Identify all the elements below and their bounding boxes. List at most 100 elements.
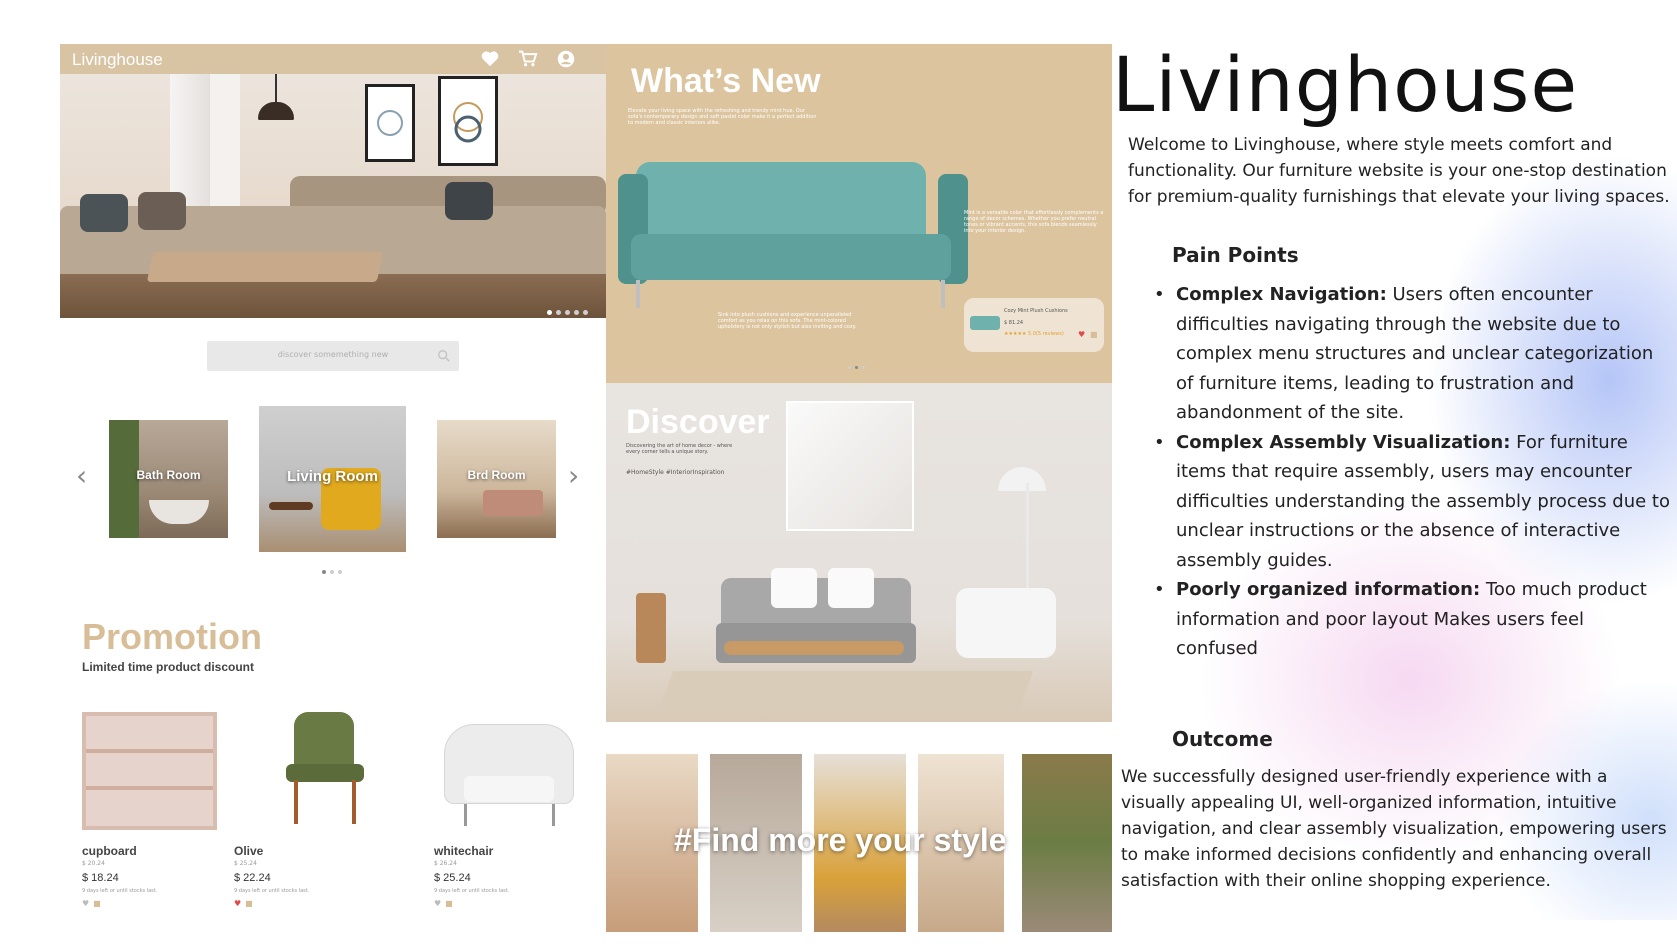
whats-new-intro: Elevate your living space with the refre… bbox=[628, 108, 817, 126]
hero-banner[interactable] bbox=[60, 74, 606, 318]
category-carousel-dots[interactable] bbox=[322, 570, 342, 574]
pain-points-heading: Pain Points bbox=[1172, 243, 1299, 267]
sofa-seat bbox=[631, 234, 951, 280]
product-card[interactable]: cupboard $ 20.24 $ 18.24 9 days left or … bbox=[82, 694, 242, 924]
coffee-table bbox=[146, 252, 384, 282]
product-price: $ 18.24 bbox=[82, 872, 119, 884]
wall-art bbox=[365, 84, 415, 162]
carousel-dot[interactable] bbox=[583, 310, 588, 315]
account-icon[interactable] bbox=[556, 49, 576, 69]
pillow bbox=[138, 192, 186, 230]
case-study-intro: Welcome to Livinghouse, where style meet… bbox=[1128, 135, 1670, 207]
product-stock-note: 9 days left or until stocks last. bbox=[82, 888, 158, 894]
pillow bbox=[80, 194, 128, 232]
search-input[interactable]: discover somemething new bbox=[207, 341, 459, 371]
white-armchair bbox=[956, 588, 1056, 658]
cart-icon[interactable]: ■ bbox=[445, 899, 453, 908]
product-price: $ 25.24 bbox=[434, 872, 471, 884]
cart-icon[interactable]: ■ bbox=[245, 899, 253, 908]
product-old-price: $ 26.24 bbox=[434, 860, 457, 867]
pillow bbox=[445, 182, 493, 220]
featured-product-rating: ★★★★★ 5.0(5 reviews) bbox=[1004, 331, 1064, 337]
coffee-table bbox=[724, 641, 904, 655]
whats-new-side-text: Mint is a versatile color that effortles… bbox=[964, 210, 1104, 234]
category-label: Bath Room bbox=[136, 468, 201, 482]
carousel-dot[interactable] bbox=[322, 570, 326, 574]
carousel-dot[interactable] bbox=[855, 366, 858, 369]
category-label: Brd Room bbox=[467, 468, 526, 482]
heart-icon[interactable]: ♥ bbox=[1078, 330, 1085, 339]
heart-icon[interactable]: ♥ bbox=[434, 899, 441, 908]
discover-screen: Discover Discovering the art of home dec… bbox=[606, 383, 1112, 722]
heart-icon[interactable]: ♥ bbox=[82, 899, 89, 908]
sofa-leg bbox=[636, 280, 640, 308]
cart-icon[interactable] bbox=[518, 49, 538, 69]
whats-new-bottom-text: Sink into plush cushions and experience … bbox=[718, 312, 857, 330]
promotion-subtitle: Limited time product discount bbox=[82, 660, 255, 674]
carousel-dot[interactable] bbox=[565, 310, 570, 315]
cushion bbox=[771, 568, 817, 608]
featured-product-price: $ 81.24 bbox=[1004, 320, 1024, 326]
strip-caption: #Find more your style bbox=[674, 822, 1007, 858]
product-card[interactable]: Olive $ 25.24 $ 22.24 9 days left or unt… bbox=[234, 694, 394, 924]
featured-product-name: Cozy Mint Plush Cushions bbox=[1004, 308, 1068, 314]
category-card-living-room[interactable]: Living Room bbox=[259, 406, 406, 552]
carousel-dot[interactable] bbox=[330, 570, 334, 574]
bed bbox=[483, 490, 543, 516]
product-name: cupboard bbox=[82, 844, 137, 858]
pain-point-item: Poorly organized information: Too much p… bbox=[1150, 575, 1670, 664]
wall-art bbox=[786, 401, 914, 531]
cushion bbox=[828, 568, 874, 608]
gallery-image[interactable] bbox=[1022, 754, 1112, 932]
carousel-dot[interactable] bbox=[848, 366, 851, 369]
product-image-cupboard bbox=[82, 694, 232, 832]
brand-logo[interactable]: Livinghouse bbox=[72, 50, 163, 70]
pendant-lamp-cord bbox=[275, 74, 277, 104]
product-old-price: $ 20.24 bbox=[82, 860, 105, 867]
discover-text: Discovering the art of home decor - wher… bbox=[626, 443, 733, 455]
search-placeholder: discover somemething new bbox=[277, 350, 389, 359]
product-image-whitechair bbox=[434, 694, 584, 832]
sofa-leg bbox=[941, 280, 945, 308]
carousel-dot[interactable] bbox=[338, 570, 342, 574]
heart-icon[interactable]: ♥ bbox=[234, 899, 241, 908]
floor-lamp bbox=[998, 467, 1046, 491]
carousel-dot[interactable] bbox=[556, 310, 561, 315]
cart-icon[interactable]: ■ bbox=[1090, 330, 1098, 339]
featured-product-card[interactable]: Cozy Mint Plush Cushions $ 81.24 ★★★★★ 5… bbox=[964, 298, 1104, 352]
side-table bbox=[269, 502, 313, 510]
carousel-dot[interactable] bbox=[547, 310, 552, 315]
promotion-title: Promotion bbox=[82, 616, 262, 657]
discover-tags[interactable]: #HomeStyle #InteriorInspiration bbox=[626, 469, 724, 476]
wall-art bbox=[438, 76, 498, 166]
outcome-heading: Outcome bbox=[1172, 727, 1273, 751]
product-stock-note: 9 days left or until stocks last. bbox=[434, 888, 510, 894]
style-gallery-strip[interactable]: #Find more your style bbox=[606, 754, 1112, 932]
product-image-olive bbox=[234, 694, 384, 832]
hero-carousel-dots[interactable] bbox=[547, 310, 588, 315]
category-card-bath-room[interactable]: Bath Room bbox=[109, 420, 228, 538]
pain-point-title: Poorly organized information: bbox=[1176, 579, 1481, 600]
category-label: Living Room bbox=[287, 468, 378, 485]
product-name: whitechair bbox=[434, 844, 494, 858]
outcome-text: We successfully designed user-friendly e… bbox=[1121, 767, 1667, 891]
heart-icon[interactable] bbox=[480, 49, 500, 69]
cart-icon[interactable]: ■ bbox=[93, 899, 101, 908]
carousel-dot[interactable] bbox=[862, 366, 865, 369]
carousel-dot[interactable] bbox=[574, 310, 579, 315]
pain-point-title: Complex Navigation: bbox=[1176, 284, 1387, 305]
search-icon[interactable] bbox=[437, 348, 451, 367]
chevron-right-icon[interactable]: › bbox=[568, 459, 579, 492]
bathtub bbox=[149, 500, 209, 524]
product-stock-note: 9 days left or until stocks last. bbox=[234, 888, 310, 894]
product-card[interactable]: whitechair $ 26.24 $ 25.24 9 days left o… bbox=[434, 694, 594, 924]
product-price: $ 22.24 bbox=[234, 872, 271, 884]
chevron-left-icon[interactable]: ‹ bbox=[76, 459, 87, 492]
top-bar: Livinghouse bbox=[60, 44, 606, 74]
pain-points-list: Complex Navigation: Users often encounte… bbox=[1150, 280, 1670, 664]
pain-point-item: Complex Assembly Visualization: For furn… bbox=[1150, 428, 1670, 576]
category-card-bed-room[interactable]: Brd Room bbox=[437, 420, 556, 538]
whats-new-title: What’s New bbox=[631, 62, 821, 100]
pain-point-item: Complex Navigation: Users often encounte… bbox=[1150, 280, 1670, 428]
whats-new-carousel-dots[interactable] bbox=[848, 366, 865, 369]
